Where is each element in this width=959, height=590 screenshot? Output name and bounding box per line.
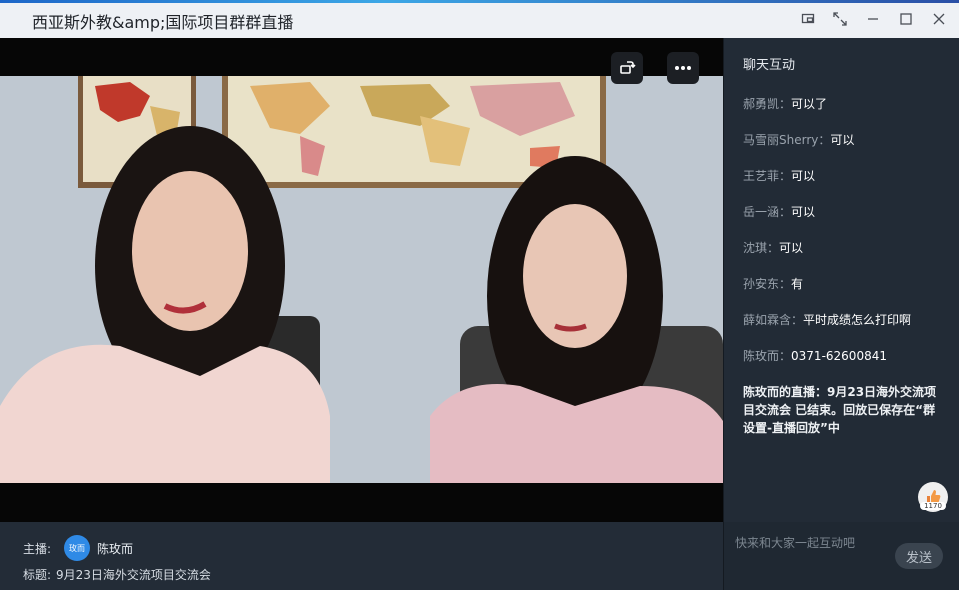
chat-sender[interactable]: 薛如霖含 (743, 313, 791, 327)
live-title: 9月23日海外交流项目交流会 (56, 568, 211, 582)
maximize-icon[interactable] (895, 8, 917, 30)
chat-sender[interactable]: 孙安东 (743, 277, 779, 291)
chat-message: 岳一涵：可以 (743, 205, 816, 219)
chat-text: 可以 (779, 241, 804, 255)
chat-message: 薛如霖含：平时成绩怎么打印啊 (743, 313, 912, 327)
chat-text: 可以 (830, 133, 855, 147)
window-title-bar: 西亚斯外教&amp;国际项目群群直播 (0, 0, 959, 38)
window-title: 西亚斯外教&amp;国际项目群群直播 (32, 13, 294, 32)
fullscreen-icon[interactable] (829, 8, 851, 30)
chat-sender[interactable]: 岳一涵 (743, 205, 779, 219)
chat-sender[interactable]: 郝勇凯 (743, 97, 779, 111)
chat-sender[interactable]: 沈琪 (743, 241, 767, 255)
host-label: 主播: (23, 542, 52, 556)
minimize-icon[interactable] (862, 8, 884, 30)
video-player[interactable] (0, 38, 723, 522)
chat-message: 陈玫而：0371-62600841 (743, 349, 887, 363)
chat-message: 郝勇凯：可以了 (743, 97, 828, 111)
chat-message: 马雪丽Sherry：可以 (743, 133, 855, 147)
avatar[interactable]: 玫而 (64, 535, 90, 561)
pin-icon[interactable] (797, 8, 819, 30)
like-count: 1170 (920, 502, 946, 510)
chat-sender[interactable]: 马雪丽Sherry (743, 133, 818, 147)
more-icon[interactable] (667, 52, 699, 84)
chat-sender[interactable]: 王艺菲 (743, 169, 779, 183)
rotate-screen-icon[interactable] (611, 52, 643, 84)
system-message: 陈玫而的直播：9月23日海外交流项目交流会 已结束。回放已保存在“群设置-直播回… (743, 385, 937, 435)
chat-text: 可以 (791, 169, 816, 183)
title-accent-strip (0, 0, 959, 3)
host-name[interactable]: 陈玫而 (97, 540, 133, 557)
chat-input[interactable]: 快来和大家一起互动吧 (735, 534, 855, 551)
title-label: 标题: (23, 568, 52, 582)
chat-text: 平时成绩怎么打印啊 (803, 313, 912, 327)
chat-message: 沈琪：可以 (743, 241, 804, 255)
chat-message: 王艺菲：可以 (743, 169, 816, 183)
chat-panel: 聊天互动 郝勇凯：可以了 马雪丽Sherry：可以 王艺菲：可以 岳一涵：可以 … (724, 38, 959, 522)
close-icon[interactable] (928, 8, 950, 30)
chat-sender[interactable]: 陈玫而 (743, 349, 779, 363)
chat-text: 0371-62600841 (791, 349, 887, 363)
chat-header: 聊天互动 (743, 58, 796, 73)
chat-text: 可以 (791, 205, 816, 219)
live-info-bar: 主播: 陈玫而 标题: 9月23日海外交流项目交流会 (0, 522, 723, 590)
chat-text: 可以了 (791, 97, 828, 111)
send-button[interactable]: 发送 (895, 543, 943, 569)
chat-message: 孙安东：有 (743, 277, 804, 291)
chat-text: 有 (791, 277, 804, 291)
video-frame (0, 76, 723, 483)
